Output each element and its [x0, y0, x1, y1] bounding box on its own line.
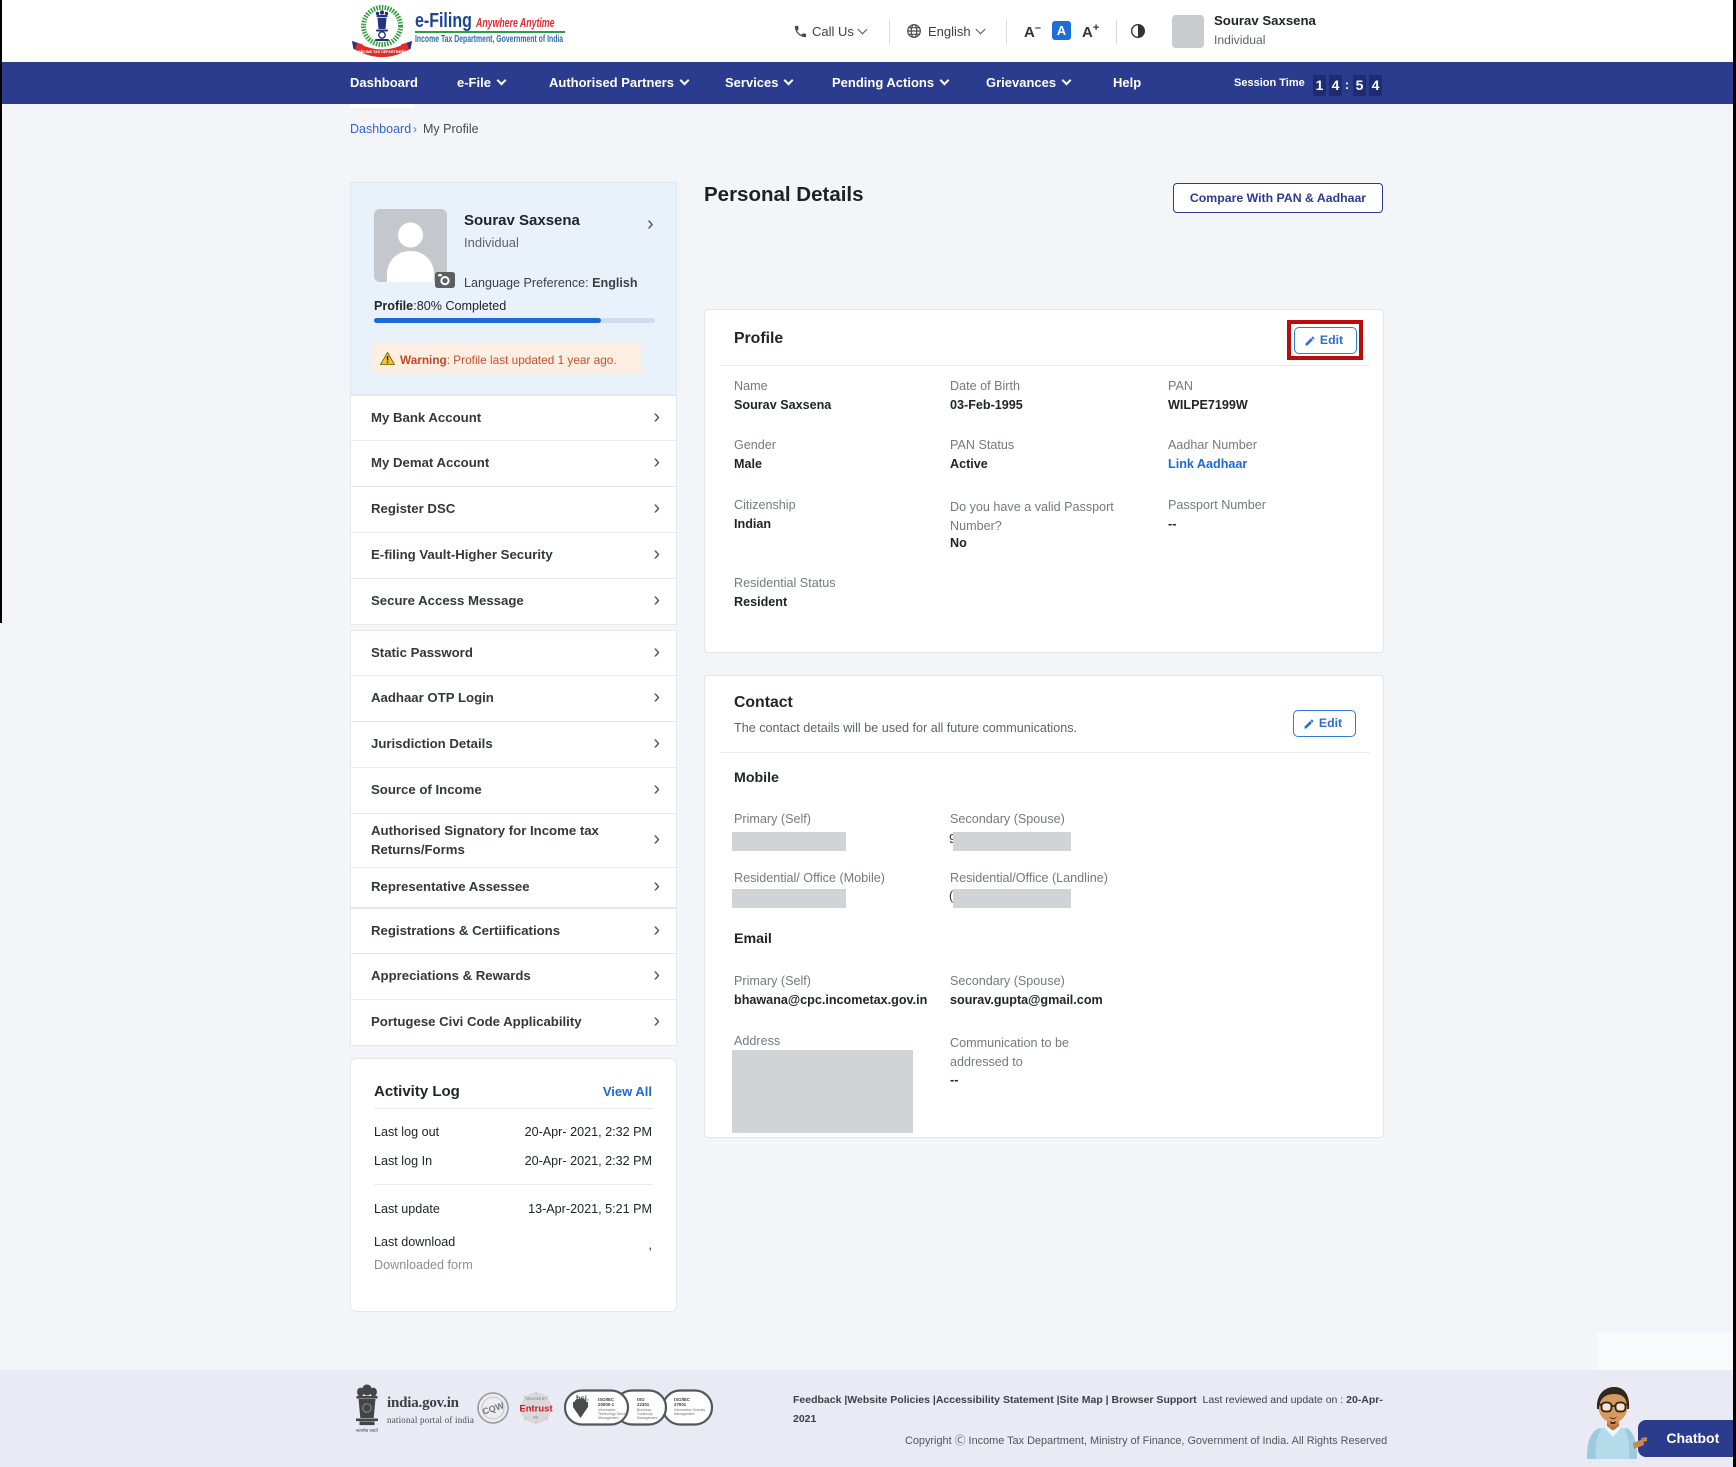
svg-text:SSL: SSL [533, 1416, 539, 1420]
svg-text:INCOME TAX DEPARTMENT: INCOME TAX DEPARTMENT [358, 50, 407, 54]
svg-text:सत्यमेव जयते: सत्यमेव जयते [356, 1427, 378, 1433]
svg-text:Entrust: Entrust [519, 1404, 553, 1415]
svg-text:SECURED BY: SECURED BY [526, 1397, 548, 1401]
svg-text:22301: 22301 [637, 1402, 650, 1407]
svg-text:Management: Management [674, 1412, 694, 1416]
svg-text:Management: Management [637, 1416, 657, 1420]
svg-text:20000-1: 20000-1 [598, 1402, 615, 1407]
svg-text:Management: Management [598, 1416, 618, 1420]
svg-text:27001: 27001 [674, 1402, 687, 1407]
